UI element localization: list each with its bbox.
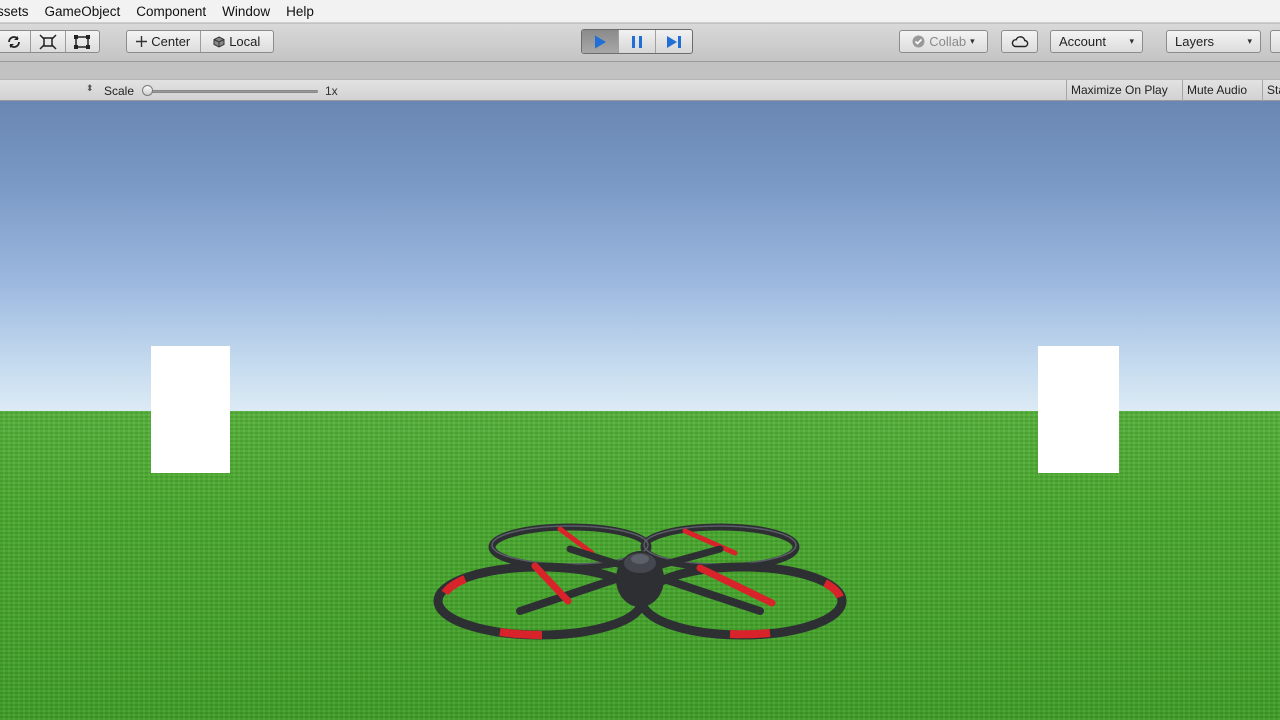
collab-label: Collab xyxy=(929,34,967,49)
menu-bar: ssets GameObject Component Window Help xyxy=(0,0,1280,23)
chevron-down-icon: ▾ xyxy=(1247,36,1252,46)
pivot-center-button[interactable]: Center xyxy=(127,31,200,52)
rect-tool-button[interactable] xyxy=(66,31,99,52)
layout-dropdown[interactable] xyxy=(1270,30,1280,53)
pause-icon xyxy=(632,35,642,48)
layers-dropdown[interactable]: Layers ▾ xyxy=(1166,30,1261,53)
cloud-services-button[interactable] xyxy=(1001,30,1038,53)
mute-audio-toggle[interactable]: Mute Audio xyxy=(1182,80,1251,101)
local-cube-icon xyxy=(213,35,225,48)
menu-assets[interactable]: ssets xyxy=(0,0,37,23)
check-circle-icon xyxy=(912,35,925,48)
account-label: Account xyxy=(1059,34,1106,49)
stats-toggle[interactable]: Sta xyxy=(1262,80,1280,101)
rotate-icon xyxy=(7,35,20,48)
pivot-local-label: Local xyxy=(229,34,261,49)
menu-window[interactable]: Window xyxy=(214,0,278,23)
play-button[interactable] xyxy=(582,30,619,53)
white-pillar-right xyxy=(1038,346,1119,473)
collab-dropdown[interactable]: Collab ▾ xyxy=(899,30,988,53)
rect-tool-icon xyxy=(74,34,91,49)
scale-value: 1x xyxy=(325,84,338,98)
main-toolbar: Center Local Collab ▾ Account ▾ Layers ▾ xyxy=(0,24,1280,62)
quadcopter-drone xyxy=(433,523,847,640)
rotate-tool-button[interactable] xyxy=(0,31,32,52)
scale-slider-thumb[interactable] xyxy=(142,85,153,96)
play-icon xyxy=(595,35,606,48)
scale-label: Scale xyxy=(104,84,135,98)
chevron-down-icon: ▾ xyxy=(1129,36,1134,46)
menu-component[interactable]: Component xyxy=(128,0,214,23)
scale-slider-track[interactable] xyxy=(146,90,318,93)
pivot-center-label: Center xyxy=(151,34,191,49)
cloud-icon xyxy=(1011,36,1028,48)
pivot-local-button[interactable]: Local xyxy=(199,31,274,52)
game-view-toolbar: ⬍ Scale 1x Maximize On Play Mute Audio S… xyxy=(0,79,1280,101)
menu-help[interactable]: Help xyxy=(278,0,322,23)
pivot-toggle-group: Center Local xyxy=(126,30,274,53)
account-dropdown[interactable]: Account ▾ xyxy=(1050,30,1143,53)
playback-controls xyxy=(581,29,693,54)
maximize-on-play-toggle[interactable]: Maximize On Play xyxy=(1066,80,1172,101)
game-viewport[interactable] xyxy=(0,101,1280,720)
center-icon xyxy=(136,36,148,47)
step-icon xyxy=(667,35,681,48)
scale-tool-button[interactable] xyxy=(31,31,66,52)
menu-gameobject[interactable]: GameObject xyxy=(37,0,129,23)
step-button[interactable] xyxy=(656,30,692,53)
pause-button[interactable] xyxy=(619,30,656,53)
chevron-down-icon: ▾ xyxy=(970,36,975,46)
transform-tools xyxy=(0,30,100,53)
up-down-arrows-icon[interactable]: ⬍ xyxy=(86,83,94,94)
layers-label: Layers xyxy=(1175,34,1215,49)
white-pillar-left xyxy=(151,346,230,473)
scale-icon xyxy=(39,33,57,50)
